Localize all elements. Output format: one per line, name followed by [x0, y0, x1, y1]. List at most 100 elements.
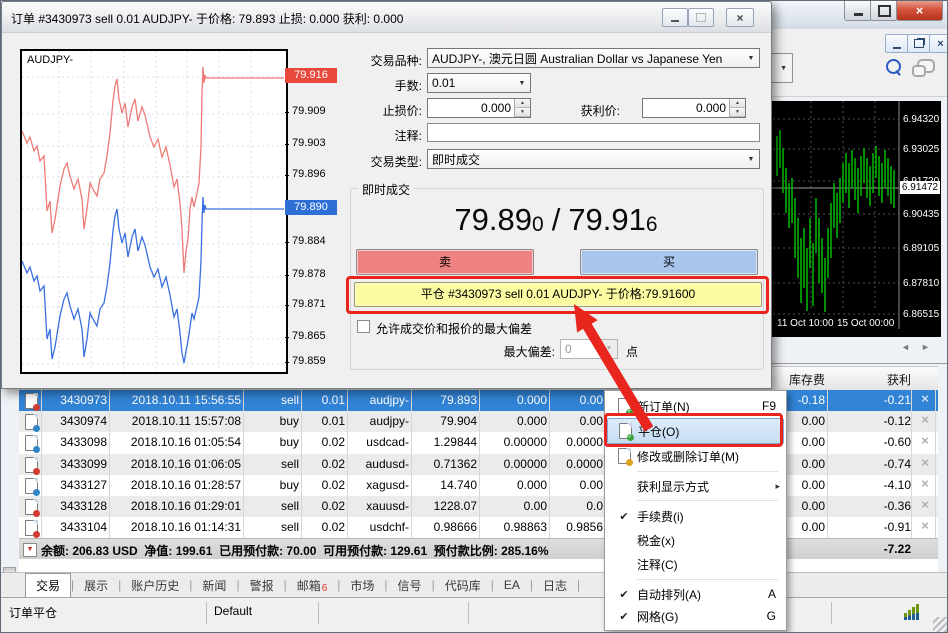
checkmark-icon: ✔: [611, 588, 637, 601]
menu-item-label: 修改或删除订单(M): [637, 448, 780, 465]
order-type-select[interactable]: 即时成交▼: [427, 149, 760, 169]
cell-symbol: usdchf-: [349, 520, 409, 534]
close-position-button[interactable]: 平仓 #3430973 sell 0.01 AUDJPY- 于价格:79.916…: [354, 282, 762, 307]
cell-type: buy: [245, 435, 299, 449]
close-icon: ×: [736, 11, 743, 25]
tab-alerts[interactable]: 警报: [240, 573, 284, 597]
dialog-close-button[interactable]: ×: [726, 8, 754, 27]
close-order-icon[interactable]: ×: [913, 455, 937, 470]
chat-icon[interactable]: [917, 59, 935, 73]
checkmark-icon: ✔: [611, 610, 637, 623]
menu-item-new-order[interactable]: +新订单(N)F9: [607, 394, 784, 418]
cell-price: 1.29844: [413, 435, 477, 449]
cell-type: sell: [245, 457, 299, 471]
chart-close-button[interactable]: ×: [929, 34, 948, 53]
balance-icon: ▼: [23, 543, 37, 557]
menu-item-modify-delete-order[interactable]: 修改或删除订单(M): [607, 444, 784, 468]
chart-scroll-right-icon[interactable]: ►: [921, 342, 930, 352]
zoom-search-icon[interactable]: [886, 59, 901, 74]
menu-item-commission[interactable]: ✔手续费(i): [607, 504, 784, 528]
tab-account-history[interactable]: 账户历史: [121, 573, 189, 597]
cell-time: 2018.10.16 01:14:31: [111, 520, 241, 534]
order-type-icon: [21, 393, 41, 412]
menu-item-close-position[interactable]: ✓平仓(O): [607, 418, 784, 444]
tab-separator: |: [577, 573, 580, 597]
cell-order: 3433099: [43, 457, 107, 471]
price-tick-label: 79.859: [292, 355, 326, 367]
deviation-checkbox[interactable]: [357, 320, 370, 333]
main-close-button[interactable]: ×: [896, 1, 943, 21]
sell-button[interactable]: 卖: [356, 249, 534, 275]
price-tick-label: 79.865: [292, 330, 326, 342]
tab-journal[interactable]: 日志: [533, 573, 577, 597]
chart-scroll-left-icon[interactable]: ◄: [901, 342, 910, 352]
chevron-down-icon: ▼: [743, 55, 759, 62]
comment-field[interactable]: [427, 123, 760, 142]
main-maximize-button[interactable]: [870, 1, 898, 21]
total-profit: -7.22: [829, 542, 911, 556]
chevron-down-icon: ▼: [780, 65, 787, 72]
close-order-icon[interactable]: ×: [913, 497, 937, 512]
cell-type: sell: [245, 499, 299, 513]
menu-separator: [637, 500, 778, 501]
menu-item-profit-display-mode[interactable]: 获利显示方式▸: [607, 475, 784, 497]
spin-down-icon[interactable]: ▼: [730, 108, 745, 117]
tick-mark: [285, 144, 289, 145]
menu-item-tax[interactable]: 税金(x): [607, 528, 784, 552]
minimize-icon: [854, 13, 863, 16]
close-order-icon[interactable]: ×: [913, 412, 937, 427]
chart-date-label: 11 Oct 10:00: [777, 318, 834, 329]
close-order-icon[interactable]: ×: [913, 476, 937, 491]
market-chart[interactable]: 6.943206.930256.917206.904356.891056.878…: [771, 101, 941, 337]
tick-mark: [285, 305, 289, 306]
spin-up-icon[interactable]: ▲: [730, 99, 745, 108]
tab-code-base[interactable]: 代码库: [435, 573, 491, 597]
takeprofit-stepper[interactable]: 0.000 ▲▼: [642, 98, 746, 118]
chart-restore-button[interactable]: [907, 34, 930, 53]
order-dialog: 订单 #3430973 sell 0.01 AUDJPY- 于价格: 79.89…: [1, 1, 772, 389]
menu-item-label: 获利显示方式: [637, 478, 766, 495]
menu-item-comments[interactable]: 注释(C): [607, 552, 784, 576]
spin-up-icon[interactable]: ▲: [515, 99, 530, 108]
menu-item-auto-arrange[interactable]: ✔自动排列(A)A: [607, 583, 784, 605]
resize-grip[interactable]: [933, 617, 948, 632]
tick-mark: [285, 275, 289, 276]
stoploss-stepper[interactable]: 0.000 ▲▼: [427, 98, 531, 118]
tab-trade[interactable]: 交易: [25, 573, 71, 597]
symbol-select[interactable]: AUDJPY-, 澳元日圆 Australian Dollar vs Japan…: [427, 48, 760, 68]
volume-label: 手数:: [337, 77, 422, 94]
spin-down-icon[interactable]: ▼: [515, 108, 530, 117]
close-order-icon[interactable]: ×: [913, 433, 937, 448]
tick-mark: [285, 362, 289, 363]
cell-tp: 0.00: [551, 414, 603, 428]
price-tick-label: 6.94320: [903, 114, 939, 125]
tab-exposure[interactable]: 展示: [74, 573, 118, 597]
cell-tp: 0.0000: [551, 435, 603, 449]
dialog-maximize-button[interactable]: [688, 8, 714, 27]
header-profit: 获利: [829, 371, 911, 388]
chart-minimize-button[interactable]: [885, 34, 908, 53]
cell-profit: -0.36: [829, 499, 911, 513]
menu-item-grid[interactable]: ✔网格(G)G: [607, 605, 784, 627]
cell-time: 2018.10.16 01:05:54: [111, 435, 241, 449]
status-profile[interactable]: Default: [214, 604, 252, 618]
volume-select[interactable]: 0.01▼: [427, 73, 531, 93]
tab-signals[interactable]: 信号: [388, 573, 432, 597]
tab-market[interactable]: 市场: [340, 573, 384, 597]
tab-ea[interactable]: EA: [494, 573, 530, 597]
modify-delete-order-icon: [611, 448, 637, 464]
close-position-icon: ✓: [612, 423, 638, 439]
cell-tp: 0.00: [551, 393, 603, 407]
tab-news[interactable]: 新闻: [192, 573, 236, 597]
deviation-checkbox-label: 允许成交价和报价的最大偏差: [376, 320, 532, 337]
order-type-icon: [21, 520, 41, 539]
dialog-minimize-button[interactable]: [662, 8, 688, 27]
tab-mailbox[interactable]: 邮箱6: [287, 573, 338, 597]
close-order-icon[interactable]: ×: [913, 518, 937, 533]
close-order-icon[interactable]: ×: [913, 391, 937, 406]
buy-button[interactable]: 买: [580, 249, 758, 275]
max-deviation-select: 0▼: [560, 339, 618, 359]
cell-type: sell: [245, 520, 299, 534]
bid-line: [22, 197, 284, 363]
main-minimize-button[interactable]: [844, 1, 872, 21]
